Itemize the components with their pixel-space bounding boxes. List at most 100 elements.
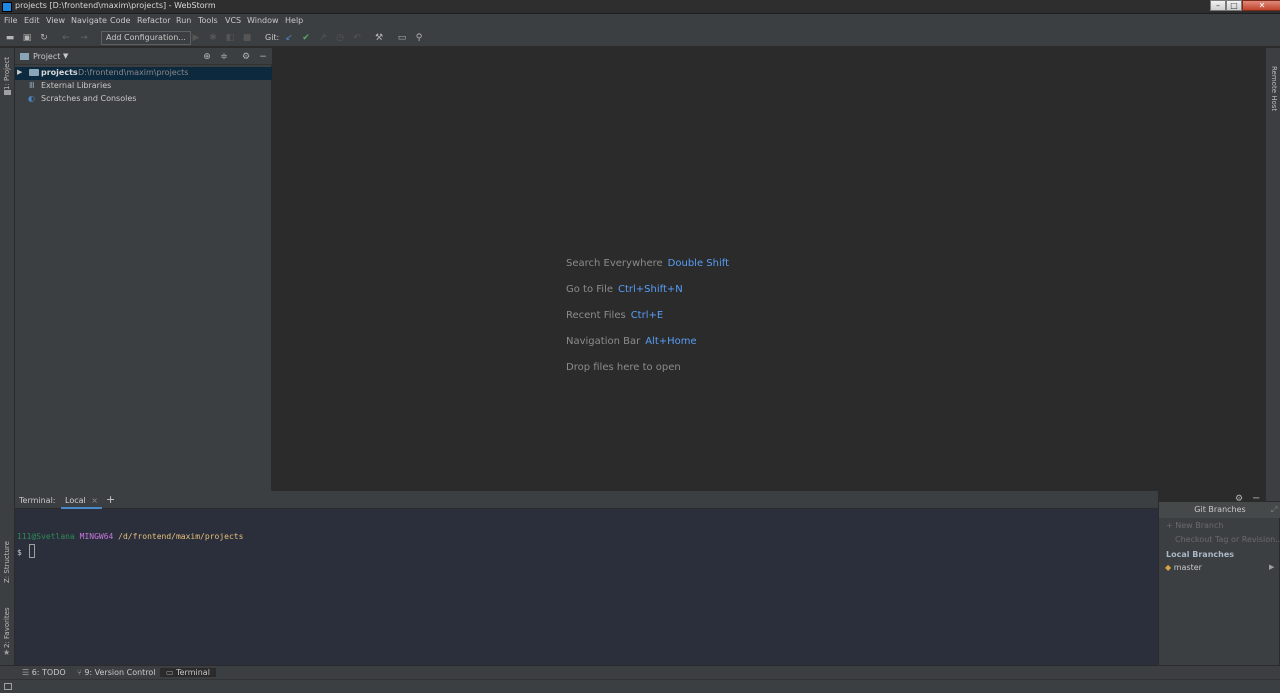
left-tool-stripe: 1: Project Z: Structure 2: Favorites ★ (0, 48, 15, 665)
hint-shortcut: Ctrl+Shift+N (618, 284, 683, 295)
project-folder-icon (4, 90, 11, 95)
toggle-tool-windows-icon[interactable] (4, 683, 12, 690)
coverage-icon[interactable]: ◧ (224, 32, 236, 44)
status-bar (0, 679, 1280, 693)
git-push-icon[interactable]: ↗ (317, 32, 329, 44)
project-panel-header: Project ▼ ⊕ ≑ ⚙ − (15, 48, 272, 65)
hint-label: Search Everywhere (566, 258, 663, 269)
remote-host-tool-button[interactable]: Remote Host (1270, 66, 1278, 111)
run-icon[interactable]: ▶ (190, 32, 202, 44)
terminal-tab-local[interactable]: Local × (61, 492, 102, 509)
tree-item-label: External Libraries (41, 81, 112, 90)
collapse-all-icon[interactable]: ≑ (218, 51, 230, 63)
hint-label: Go to File (566, 284, 613, 295)
git-label: Git: (265, 33, 280, 42)
tree-item-projects[interactable]: ▶ projects D:\frontend\maxim\projects (15, 67, 272, 80)
window-title: projects [D:\frontend\maxim\projects] - … (15, 1, 216, 10)
back-icon[interactable]: ← (60, 32, 72, 44)
maximize-button[interactable]: □ (1226, 0, 1242, 11)
project-tool-button[interactable]: 1: Project (3, 57, 11, 90)
terminal-icon: ▭ (166, 668, 177, 677)
minimize-button[interactable]: – (1210, 0, 1226, 11)
library-icon: Ⅲ (29, 81, 35, 90)
menu-view[interactable]: View (46, 16, 65, 25)
stop-icon[interactable]: ■ (241, 32, 253, 44)
expand-arrow-icon[interactable]: ▶ (17, 68, 22, 76)
tree-item-scratches[interactable]: ◐ Scratches and Consoles (15, 93, 272, 106)
main-toolbar: ▬ ▣ ↻ ← → Add Configuration... ▶ ✱ ◧ ■ G… (0, 29, 1280, 47)
local-branches-header: Local Branches (1166, 550, 1235, 559)
branch-tag-icon: ◆ (1165, 563, 1172, 572)
hint-shortcut: Ctrl+E (630, 310, 664, 321)
prompt-host: MINGW64 (79, 532, 114, 541)
close-tab-icon[interactable]: × (91, 496, 98, 505)
hint-recent-files: Recent Files Ctrl+E (566, 310, 663, 321)
menu-edit[interactable]: Edit (24, 16, 40, 25)
tree-item-label: Scratches and Consoles (41, 94, 137, 103)
new-branch-item[interactable]: + New Branch (1166, 521, 1223, 530)
menu-code[interactable]: Code (110, 16, 130, 25)
menu-help[interactable]: Help (285, 16, 303, 25)
menu-bar: File Edit View Navigate Code Refactor Ru… (0, 14, 1280, 29)
menu-file[interactable]: File (4, 16, 17, 25)
favorites-tool-button[interactable]: 2: Favorites (3, 607, 11, 648)
menu-window[interactable]: Window (247, 16, 279, 25)
hint-go-to-file: Go to File Ctrl+Shift+N (566, 284, 683, 295)
locate-icon[interactable]: ⊕ (201, 51, 213, 63)
project-view-selector[interactable]: Project (33, 52, 60, 61)
gear-icon[interactable]: ⚙ (240, 51, 252, 63)
hint-navigation-bar: Navigation Bar Alt+Home (566, 336, 697, 347)
todo-tool-button[interactable]: ☰ 6: TODO (22, 668, 66, 677)
terminal-input-cursor[interactable] (29, 544, 35, 558)
hint-label: Recent Files (566, 310, 626, 321)
menu-navigate[interactable]: Navigate (71, 16, 107, 25)
todo-label: 6: TODO (31, 668, 66, 677)
version-control-label: 9: Version Control (84, 668, 156, 677)
menu-vcs[interactable]: VCS (225, 16, 241, 25)
bottom-tool-bar: ☰ 6: TODO ⑂ 9: Version Control ▭ Termina… (0, 665, 1280, 679)
search-icon[interactable]: ⚲ (413, 32, 425, 44)
hint-drop-files: Drop files here to open (566, 362, 681, 373)
git-history-icon[interactable]: ◷ (334, 32, 346, 44)
prompt-user: 111@Svetlana (17, 532, 75, 541)
terminal-prompt-line: 111@Svetlana MINGW64 /d/frontend/maxim/p… (17, 532, 243, 541)
chevron-down-icon[interactable]: ▼ (63, 52, 68, 60)
hint-shortcut: Double Shift (667, 258, 730, 269)
version-control-tool-button[interactable]: ⑂ 9: Version Control (77, 668, 156, 677)
project-structure-icon[interactable]: ▭ (396, 32, 408, 44)
todo-icon: ☰ (22, 668, 32, 677)
project-panel: Project ▼ ⊕ ≑ ⚙ − ▶ projects D:\frontend… (15, 48, 272, 491)
project-view-icon (20, 53, 29, 60)
branch-label: master (1173, 563, 1202, 572)
sync-icon[interactable]: ↻ (38, 32, 50, 44)
terminal-gear-icon[interactable]: ⚙ (1235, 494, 1243, 504)
terminal-tool-label: Terminal (176, 668, 210, 677)
expand-popup-icon[interactable]: ⤢ (1271, 505, 1277, 515)
menu-refactor[interactable]: Refactor (137, 16, 171, 25)
checkout-tag-item[interactable]: Checkout Tag or Revision... (1175, 535, 1280, 544)
save-icon[interactable]: ▣ (21, 32, 33, 44)
terminal-hide-icon[interactable]: − (1252, 493, 1260, 504)
settings-wrench-icon[interactable]: ⚒ (373, 32, 385, 44)
close-button[interactable]: ✕ (1242, 0, 1280, 11)
forward-icon[interactable]: → (78, 32, 90, 44)
git-rollback-icon[interactable]: ↶ (351, 32, 363, 44)
add-configuration-button[interactable]: Add Configuration... (101, 31, 191, 45)
debug-icon[interactable]: ✱ (207, 32, 219, 44)
git-update-icon[interactable]: ↙ (283, 32, 295, 44)
hint-label: Navigation Bar (566, 336, 641, 347)
branch-item-master[interactable]: ◆ master ▶ (1165, 563, 1275, 572)
tree-item-label: projects (41, 68, 78, 77)
new-terminal-tab-icon[interactable]: + (106, 493, 115, 506)
hide-panel-icon[interactable]: − (257, 51, 269, 63)
menu-run[interactable]: Run (176, 16, 191, 25)
hint-shortcut: Alt+Home (645, 336, 697, 347)
git-commit-icon[interactable]: ✔ (300, 32, 312, 44)
git-branches-title: Git Branches (1159, 502, 1280, 518)
structure-tool-button[interactable]: Z: Structure (3, 541, 11, 583)
menu-tools[interactable]: Tools (198, 16, 218, 25)
terminal-header: Terminal: Local × + (15, 491, 1158, 509)
open-folder-icon[interactable]: ▬ (4, 32, 16, 44)
terminal-tool-button[interactable]: ▭ Terminal (160, 668, 216, 677)
tree-item-external-libraries[interactable]: Ⅲ External Libraries (15, 80, 272, 93)
